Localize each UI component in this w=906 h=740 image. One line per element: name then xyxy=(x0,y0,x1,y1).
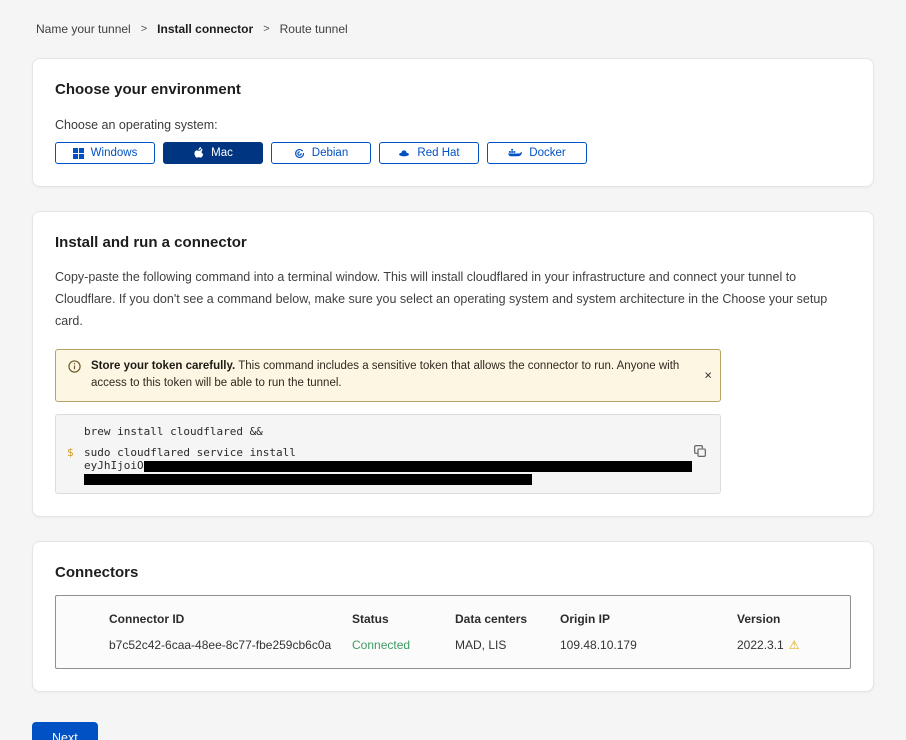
os-button-debian[interactable]: Debian xyxy=(271,142,371,164)
os-select-label: Choose an operating system: xyxy=(55,118,851,132)
os-button-row: Windows Mac Debian Red Hat xyxy=(55,142,851,164)
command-token-line-2 xyxy=(84,472,680,485)
environment-card-title: Choose your environment xyxy=(55,81,851,98)
breadcrumb-step-name-your-tunnel[interactable]: Name your tunnel xyxy=(36,22,131,36)
install-card-title: Install and run a connector xyxy=(55,234,851,251)
col-header-status: Status xyxy=(352,612,455,626)
breadcrumb-separator: > xyxy=(141,23,147,35)
close-icon[interactable]: × xyxy=(704,369,712,382)
connectors-card-title: Connectors xyxy=(55,564,851,581)
connector-id-value: b7c52c42-6caa-48ee-8c77-fbe259cb6c0a xyxy=(109,638,352,652)
command-line-1: brew install cloudflared && xyxy=(84,425,680,438)
next-button[interactable]: Next xyxy=(32,722,98,740)
redacted-token-bar xyxy=(144,461,692,472)
version-warning-icon: ⚠ xyxy=(789,638,800,652)
os-button-label: Windows xyxy=(91,147,138,159)
data-centers-value: MAD, LIS xyxy=(455,638,560,652)
code-gap xyxy=(84,438,680,446)
token-prefix: eyJhIjoiO xyxy=(84,459,144,472)
command-token-line: eyJhIjoiO xyxy=(84,459,680,472)
breadcrumb-step-install-connector[interactable]: Install connector xyxy=(157,22,253,36)
table-row: b7c52c42-6caa-48ee-8c77-fbe259cb6c0a Con… xyxy=(109,638,834,652)
token-warning-bold: Store your token carefully. xyxy=(91,360,235,372)
connectors-card: Connectors Connector ID Status Data cent… xyxy=(32,541,874,692)
os-button-label: Docker xyxy=(529,147,565,159)
command-line-2: sudo cloudflared service install xyxy=(84,446,680,459)
apple-logo-icon xyxy=(193,147,204,159)
col-header-data-centers: Data centers xyxy=(455,612,560,626)
docker-logo-icon xyxy=(508,148,522,158)
os-button-mac[interactable]: Mac xyxy=(163,142,263,164)
breadcrumb: Name your tunnel > Install connector > R… xyxy=(36,22,874,36)
os-button-redhat[interactable]: Red Hat xyxy=(379,142,479,164)
info-icon xyxy=(68,360,81,373)
redhat-logo-icon xyxy=(398,148,410,159)
col-header-connector-id: Connector ID xyxy=(109,612,352,626)
breadcrumb-separator: > xyxy=(263,23,269,35)
origin-ip-value: 109.48.10.179 xyxy=(560,638,737,652)
breadcrumb-step-route-tunnel[interactable]: Route tunnel xyxy=(280,22,348,36)
status-badge: Connected xyxy=(352,638,455,652)
os-button-docker[interactable]: Docker xyxy=(487,142,587,164)
terminal-prompt: $ xyxy=(67,446,74,459)
connectors-table: Connector ID Status Data centers Origin … xyxy=(55,595,851,669)
token-warning-text: Store your token carefully. This command… xyxy=(91,358,710,394)
token-warning-banner: Store your token carefully. This command… xyxy=(55,349,721,403)
os-button-windows[interactable]: Windows xyxy=(55,142,155,164)
connectors-table-header: Connector ID Status Data centers Origin … xyxy=(109,612,834,626)
os-button-label: Debian xyxy=(312,147,348,159)
install-instructions: Copy-paste the following command into a … xyxy=(55,267,850,333)
install-command-codeblock: $ brew install cloudflared && sudo cloud… xyxy=(55,414,721,494)
os-button-label: Red Hat xyxy=(417,147,459,159)
redacted-token-bar xyxy=(84,474,532,485)
page: Name your tunnel > Install connector > R… xyxy=(0,0,906,740)
os-button-label: Mac xyxy=(211,147,233,159)
col-header-version: Version xyxy=(737,612,834,626)
environment-card: Choose your environment Choose an operat… xyxy=(32,58,874,187)
col-header-origin-ip: Origin IP xyxy=(560,612,737,626)
debian-logo-icon xyxy=(294,148,305,159)
version-value: 2022.3.1 xyxy=(737,638,784,652)
install-connector-card: Install and run a connector Copy-paste t… xyxy=(32,211,874,517)
windows-logo-icon xyxy=(73,148,84,159)
version-cell: 2022.3.1 ⚠ xyxy=(737,638,834,652)
copy-icon[interactable] xyxy=(692,443,708,462)
